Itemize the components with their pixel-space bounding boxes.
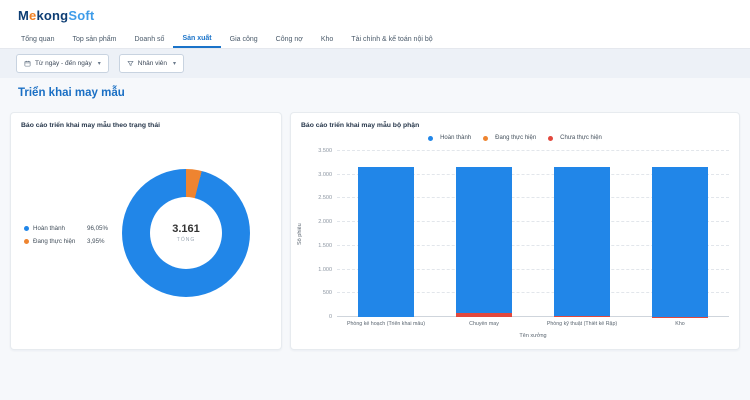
y-tick-label: 500 [323,290,332,296]
filter-funnel-icon [127,60,134,67]
nav-tab-3[interactable]: Doanh số [125,30,173,48]
y-axis-title: Số phiếu [297,151,303,317]
y-tick-label: 2.000 [318,219,332,225]
donut-total-label: TỔNG [177,237,195,243]
page-title: Triển khai may mẫu [18,87,125,99]
bar-plot: 05001.0001.5002.0002.5003.0003.500 [337,151,729,317]
legend-dot [483,136,488,141]
donut-legend-item[interactable]: Hoàn thành96,05% [24,225,108,232]
donut-legend: Hoàn thành96,05%Đang thực hiện3,95% [24,225,108,251]
nav-tab-1[interactable]: Tổng quan [12,30,63,48]
x-tick-label: Phòng kỹ thuật (Thiết kế Rập) [533,321,631,327]
legend-label: Đang thực hiện [495,135,536,141]
bar-segment [554,316,610,317]
brand-part-3: Soft [68,8,94,23]
bar-4 [652,167,708,317]
x-tick-label: Chuyền may [435,321,533,327]
app-header: MekongSoft [0,0,750,30]
nav-tab-5[interactable]: Gia công [221,30,267,48]
bar-columns [337,151,729,317]
dept-card-title: Báo cáo triển khai may mẫu bộ phận [291,113,739,129]
legend-label: Hoàn thành [33,225,85,232]
bar-column [337,151,435,317]
donut-total-value: 3.161 [172,223,200,235]
status-card-title: Báo cáo triển khai may mẫu theo trạng th… [11,113,281,129]
bar-column [435,151,533,317]
nav-tab-2[interactable]: Top sản phẩm [63,30,125,48]
legend-dot [428,136,433,141]
bar-segment [456,313,512,317]
content-area: Triển khai may mẫu Báo cáo triển khai ma… [0,78,750,400]
donut-center: 3.161 TỔNG [150,197,222,269]
brand-part-1: M [18,8,29,23]
nav-tab-4[interactable]: Sản xuất [173,30,220,48]
legend-dot [24,226,29,231]
legend-value: 96,05% [87,225,108,232]
chevron-down-icon: ▾ [173,60,176,67]
y-tick-label: 1.500 [318,243,332,249]
x-tick-label: Phòng kế hoạch (Triển khai mẫu) [337,321,435,327]
nav-tab-8[interactable]: Tài chính & kế toán nội bộ [342,30,441,48]
donut-chart: 3.161 TỔNG [122,169,250,297]
legend-dot [24,239,29,244]
brand-logo[interactable]: MekongSoft [18,8,94,23]
legend-value: 3,95% [87,238,105,245]
employee-select[interactable]: Nhân viên ▾ [119,54,184,73]
x-axis-labels: Phòng kế hoạch (Triển khai mẫu)Chuyền ma… [337,321,729,327]
bar-segment [652,167,708,317]
bar-legend-item[interactable]: Hoàn thành [428,135,471,141]
legend-label: Hoàn thành [440,135,471,141]
employee-value: Nhân viên [138,60,167,67]
y-tick-label: 2.500 [318,195,332,201]
chevron-down-icon: ▾ [98,60,101,67]
legend-label: Chưa thực hiện [560,135,602,141]
y-tick-label: 0 [329,314,332,320]
bar-segment [358,167,414,317]
bar-column [631,151,729,317]
nav-tab-7[interactable]: Kho [312,30,342,48]
bar-column [533,151,631,317]
y-tick-label: 3.500 [318,148,332,154]
date-range-select[interactable]: Từ ngày - đến ngày ▾ [16,54,109,73]
bar-legend-item[interactable]: Chưa thực hiện [548,135,602,141]
bar-legend-item[interactable]: Đang thực hiện [483,135,536,141]
brand-part-2: kong [36,8,68,23]
legend-dot [548,136,553,141]
x-axis-title: Tên xưởng [337,333,729,339]
bar-segment [456,167,512,313]
x-tick-label: Kho [631,321,729,327]
nav-tab-6[interactable]: Công nợ [267,30,312,48]
bar-1 [358,167,414,317]
legend-label: Đang thực hiện [33,238,85,245]
bar-segment [554,167,610,316]
y-tick-label: 3.000 [318,172,332,178]
bar-3 [554,167,610,317]
dept-chart-card: Báo cáo triển khai may mẫu bộ phận Hoàn … [290,112,740,350]
nav-tabs: Tổng quanTop sản phẩmDoanh sốSản xuấtGia… [0,30,750,49]
bar-2 [456,167,512,317]
donut-legend-item[interactable]: Đang thực hiện3,95% [24,238,108,245]
y-tick-label: 1.000 [318,267,332,273]
status-chart-card: Báo cáo triển khai may mẫu theo trạng th… [10,112,282,350]
filter-bar: Từ ngày - đến ngày ▾ Nhân viên ▾ [0,49,750,78]
bar-legend: Hoàn thành Đang thực hiện Chưa thực hiện [291,135,739,141]
calendar-icon [24,60,31,67]
date-range-value: Từ ngày - đến ngày [35,60,92,67]
